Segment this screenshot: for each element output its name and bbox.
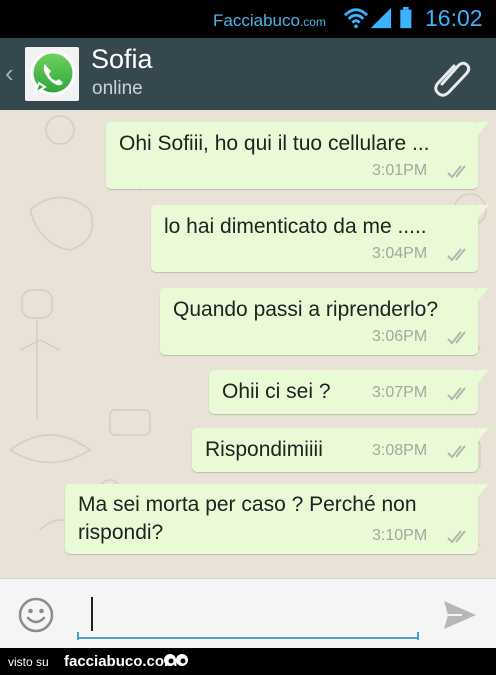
message-input[interactable]	[77, 593, 419, 639]
message-text: Ma sei morta per caso ? Perché non	[78, 493, 417, 516]
contact-name[interactable]: Sofia	[91, 44, 153, 75]
message-text: Ohii ci sei ?	[222, 380, 331, 403]
message-time: 3:01PM	[372, 162, 428, 179]
status-bar: Facciabuco.com 16:02	[0, 0, 496, 38]
smiley-icon[interactable]	[18, 597, 54, 633]
message-text: lo hai dimenticato da me .....	[164, 215, 427, 238]
message-bubble[interactable]: Ohi Sofiii, ho qui il tuo cellulare ... …	[106, 122, 489, 189]
chat-area[interactable]: Ohi Sofiii, ho qui il tuo cellulare ... …	[0, 110, 496, 578]
chevron-left-icon[interactable]: ‹	[5, 58, 14, 89]
message-bubble[interactable]: Quando passi a riprenderlo? 3:06PM	[160, 288, 489, 355]
wifi-icon	[343, 8, 369, 29]
status-icons	[343, 6, 412, 29]
send-icon[interactable]	[442, 599, 478, 631]
double-check-icon	[447, 387, 466, 401]
message-text: Rispondimiiii	[205, 438, 323, 461]
message-bubble[interactable]: Ohii ci sei ? 3:07PM	[209, 370, 489, 414]
double-check-icon	[447, 331, 466, 345]
eyes-logo-icon	[164, 654, 188, 666]
message-bubble[interactable]: lo hai dimenticato da me ..... 3:04PM	[151, 205, 489, 272]
footer-watermark: visto su facciabuco.com	[0, 648, 496, 675]
status-clock: 16:02	[425, 5, 483, 31]
brand-label: facciabuco.com	[64, 653, 178, 670]
message-text: Ohi Sofiii, ho qui il tuo cellulare ...	[119, 132, 430, 155]
watermark: Facciabuco.com	[213, 11, 326, 30]
paperclip-icon[interactable]	[430, 54, 474, 98]
visto-label: visto su	[8, 655, 49, 669]
double-check-icon	[447, 445, 466, 459]
double-check-icon	[447, 248, 466, 262]
message-time: 3:06PM	[372, 328, 428, 345]
battery-icon	[400, 6, 412, 29]
text-caret	[91, 597, 93, 631]
message-text: Quando passi a riprenderlo?	[173, 298, 439, 321]
whatsapp-icon	[30, 50, 76, 96]
chat-header: ‹ Sofia online	[0, 38, 496, 110]
message-composer	[0, 578, 496, 648]
avatar[interactable]	[25, 47, 79, 101]
message-bubble[interactable]: Ma sei morta per caso ? Perché non rispo…	[65, 484, 489, 554]
double-check-icon	[447, 165, 466, 179]
message-bubble[interactable]: Rispondimiiii 3:08PM	[192, 428, 489, 472]
double-check-icon	[447, 530, 466, 544]
message-time: 3:04PM	[372, 245, 428, 262]
message-time: 3:10PM	[372, 527, 428, 544]
message-time: 3:08PM	[372, 442, 428, 459]
message-text: rispondi?	[78, 521, 164, 544]
message-time: 3:07PM	[372, 384, 428, 401]
signal-icon	[370, 7, 392, 29]
contact-status: online	[92, 78, 143, 99]
